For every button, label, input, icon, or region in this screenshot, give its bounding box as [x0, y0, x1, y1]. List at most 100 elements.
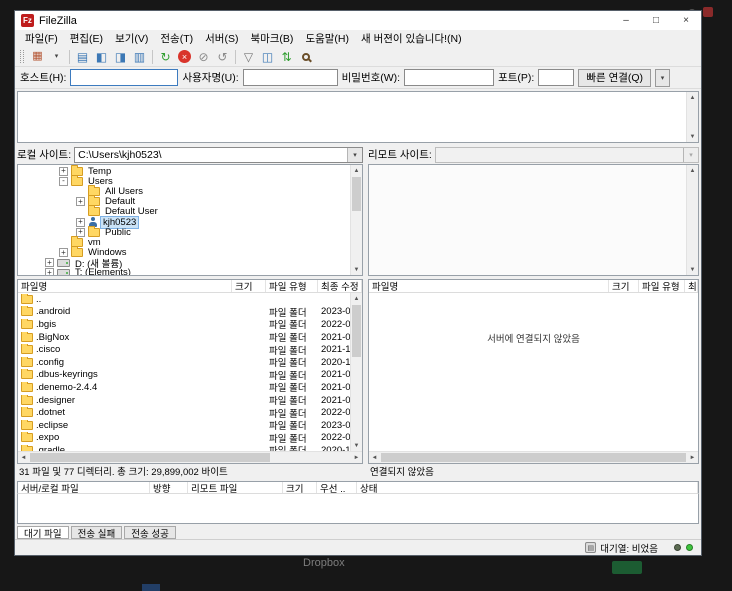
queue-column-status[interactable]: 상태 — [357, 482, 698, 493]
tab-queued-files[interactable]: 대기 파일 — [17, 526, 69, 540]
scrollbar-thumb[interactable] — [352, 305, 361, 357]
filter-button[interactable]: ▽ — [240, 49, 257, 65]
tree-item[interactable]: Temp — [18, 165, 350, 177]
scrollbar-thumb[interactable] — [352, 177, 361, 211]
local-site-combobox[interactable]: C:\Users\kjh0523\ ▾ — [74, 146, 363, 163]
maximize-button[interactable]: □ — [641, 11, 671, 30]
column-header-filename[interactable]: 파일명 — [18, 280, 232, 292]
menu-new-version[interactable]: 새 버젼이 있습니다!(N) — [355, 31, 468, 46]
tree-item[interactable]: vm — [18, 235, 350, 248]
tree-item[interactable]: Default User — [18, 205, 350, 217]
menu-transfer[interactable]: 전송(T) — [154, 31, 199, 46]
quickconnect-dropdown-button[interactable]: ▾ — [655, 68, 671, 87]
tree-item[interactable]: T: (Elements) — [18, 267, 350, 275]
title-bar[interactable]: Fz FileZilla – □ × — [15, 11, 701, 30]
queue-column-priority[interactable]: 우선 .. — [317, 482, 357, 493]
tree-expander-icon[interactable] — [59, 166, 68, 176]
file-row[interactable]: .bgis파일 폴더2022-06-0 — [18, 318, 350, 331]
column-header-modified[interactable]: 최종 수정 — [685, 280, 698, 292]
column-header-size[interactable]: 크기 — [609, 280, 639, 292]
column-header-modified[interactable]: 최종 수정 — [318, 280, 362, 292]
tree-item[interactable]: All Users — [18, 184, 350, 197]
host-input[interactable] — [70, 69, 179, 86]
scroll-up-icon[interactable]: ▲ — [687, 92, 698, 103]
tree-expander-icon[interactable] — [59, 176, 68, 186]
scroll-left-icon[interactable]: ◄ — [18, 455, 29, 461]
scroll-up-icon[interactable]: ▲ — [351, 165, 362, 176]
username-input[interactable] — [242, 69, 338, 86]
scroll-down-icon[interactable]: ▼ — [351, 264, 362, 275]
file-row[interactable]: .cisco파일 폴더2021-11-0 — [18, 343, 350, 357]
toggle-message-log-button[interactable]: ▤ — [74, 49, 91, 65]
cancel-button[interactable]: × — [176, 49, 193, 65]
file-row[interactable]: .denemo-2.4.4파일 폴더2021-09-0 — [18, 381, 350, 394]
close-button[interactable]: × — [671, 11, 701, 30]
tree-expander-icon[interactable] — [45, 268, 54, 275]
queue-column-direction[interactable]: 방향 — [150, 482, 188, 493]
tab-failed-transfers[interactable]: 전송 실패 — [70, 526, 123, 540]
menu-help[interactable]: 도움말(H) — [299, 31, 355, 46]
queue-column-server-local-file[interactable]: 서버/로컬 파일 — [18, 482, 150, 493]
menu-edit[interactable]: 편집(E) — [64, 31, 109, 46]
tree-item[interactable]: Default — [18, 195, 350, 207]
toggle-remote-tree-button[interactable]: ◨ — [112, 49, 129, 65]
password-input[interactable] — [404, 69, 495, 86]
menu-view[interactable]: 보기(V) — [109, 31, 154, 46]
quickconnect-button[interactable]: 빠른 연결(Q) — [578, 68, 652, 87]
toolbar-grip[interactable] — [20, 50, 24, 63]
tree-expander-icon[interactable] — [76, 197, 85, 207]
reconnect-button[interactable]: ↺ — [214, 49, 231, 65]
compare-button[interactable]: ◫ — [259, 49, 276, 65]
file-row[interactable]: .config파일 폴더2020-12-1 — [18, 356, 350, 369]
local-list-hscrollbar[interactable]: ◄ ► — [18, 451, 362, 463]
column-header-filetype[interactable]: 파일 유형 — [266, 280, 318, 292]
message-log-scrollbar[interactable]: ▲ ▼ — [686, 92, 698, 142]
file-row[interactable]: .. — [18, 293, 350, 306]
file-row[interactable]: .dbus-keyrings파일 폴더2021-03-0 — [18, 369, 350, 382]
minimize-button[interactable]: – — [611, 11, 641, 30]
column-header-filetype[interactable]: 파일 유형 — [639, 280, 685, 292]
scroll-down-icon[interactable]: ▼ — [351, 440, 362, 451]
tree-expander-icon[interactable] — [76, 217, 85, 227]
username-label: 사용자명(U): — [182, 72, 239, 84]
local-tree-scrollbar[interactable]: ▲ ▼ — [350, 165, 362, 275]
scroll-up-icon[interactable]: ▲ — [351, 293, 362, 304]
file-row[interactable]: .expo파일 폴더2022-03-1 — [18, 432, 350, 445]
file-row[interactable]: .BigNox파일 폴더2021-01-0 — [18, 331, 350, 344]
file-row[interactable]: .android파일 폴더2023-01-0 — [18, 306, 350, 319]
tree-item[interactable]: Public — [18, 225, 350, 238]
file-row[interactable]: .designer파일 폴더2021-04-0 — [18, 394, 350, 407]
local-list-scrollbar[interactable]: ▲ ▼ — [350, 293, 362, 451]
column-header-size[interactable]: 크기 — [232, 280, 266, 292]
refresh-button[interactable]: ↻ — [157, 49, 174, 65]
chevron-down-icon[interactable]: ▾ — [347, 147, 362, 162]
menu-bookmarks[interactable]: 북마크(B) — [244, 31, 299, 46]
toggle-local-tree-button[interactable]: ◧ — [93, 49, 110, 65]
menu-file[interactable]: 파일(F) — [19, 31, 64, 46]
tree-item[interactable]: D: (새 볼륨) — [18, 258, 350, 270]
tree-item-selected[interactable]: kjh0523 — [18, 215, 350, 229]
disconnect-button[interactable]: ⊘ — [195, 49, 212, 65]
find-button[interactable] — [297, 49, 314, 65]
tree-item-label: Public — [105, 226, 131, 238]
scroll-right-icon[interactable]: ► — [351, 455, 362, 461]
tree-expander-icon[interactable] — [45, 258, 54, 268]
tree-item[interactable]: Windows — [18, 246, 350, 258]
queue-column-size[interactable]: 크기 — [283, 482, 317, 493]
file-row[interactable]: .gradle 파일 폴더2020-12-1 — [18, 444, 350, 451]
port-input[interactable] — [538, 69, 575, 86]
file-row[interactable]: .eclipse파일 폴더2023-01-0 — [18, 419, 350, 432]
tree-expander-icon[interactable] — [59, 248, 68, 258]
site-manager-dropdown-button[interactable]: ▾ — [48, 49, 65, 65]
tab-successful-transfers[interactable]: 전송 성공 — [124, 526, 176, 540]
scrollbar-thumb[interactable] — [30, 453, 270, 462]
file-row[interactable]: .dotnet파일 폴더2022-05-0 — [18, 406, 350, 420]
scroll-down-icon[interactable]: ▼ — [687, 131, 698, 142]
site-manager-button[interactable]: ▦ — [29, 49, 46, 65]
queue-column-remote-file[interactable]: 리모트 파일 — [188, 482, 283, 493]
tree-item[interactable]: Users — [18, 174, 350, 187]
sync-browsing-button[interactable]: ⇅ — [278, 49, 295, 65]
toggle-queue-button[interactable]: ▥ — [131, 49, 148, 65]
menu-server[interactable]: 서버(S) — [199, 31, 244, 46]
column-header-filename[interactable]: 파일명 — [369, 280, 609, 292]
